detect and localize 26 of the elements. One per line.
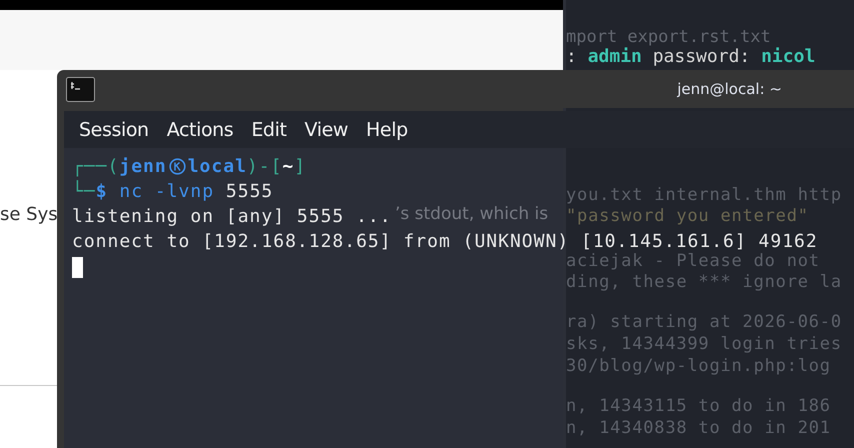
terminal-line: n, 14343115 to do in 186 <box>566 395 832 417</box>
menu-item[interactable]: Help <box>360 116 414 142</box>
menu-item[interactable]: Actions <box>160 116 240 142</box>
terminal-line: sks, 14344399 login tries <box>566 333 842 355</box>
output-line: listening on [any] 5555 ... <box>72 205 392 229</box>
menu-item[interactable]: View <box>298 116 354 142</box>
command-line: └─$ nc -lvnp 5555 <box>72 179 274 204</box>
window-title: jenn@local: ~ <box>677 80 782 98</box>
terminal-line: mport export.rst.txt <box>566 30 772 44</box>
terminal-line: you.txt internal.thm http <box>566 185 842 206</box>
menu-item[interactable]: Session <box>73 116 155 142</box>
prompt-text: local)-[~] <box>188 155 306 179</box>
prompt-text: ┌──(jenn <box>72 155 167 179</box>
terminal-line: n, 14340838 to do in 201 <box>566 417 832 439</box>
circled-symbol-icon <box>168 158 186 175</box>
menu-item[interactable]: Edit <box>245 116 293 142</box>
terminal-line: ra) starting at 2026-06-0 <box>566 311 842 333</box>
terminal-icon <box>66 76 95 102</box>
page-text: se Sys <box>0 204 58 225</box>
terminal-line: ding, these *** ignore la <box>566 272 842 293</box>
terminal-line: aciejak - Please do not <box>566 251 821 272</box>
output-line: connect to [192.168.128.65] from (UNKNOWN) [10.145.161.6] 49162 <box>72 230 818 253</box>
terminal-line: : admin password: nicol <box>566 46 816 68</box>
page-text: ’s stdout, which is <box>395 204 548 224</box>
terminal-line: "password you entered" <box>566 206 810 227</box>
terminal-line: 30/blog/wp-login.php:log <box>566 355 832 377</box>
